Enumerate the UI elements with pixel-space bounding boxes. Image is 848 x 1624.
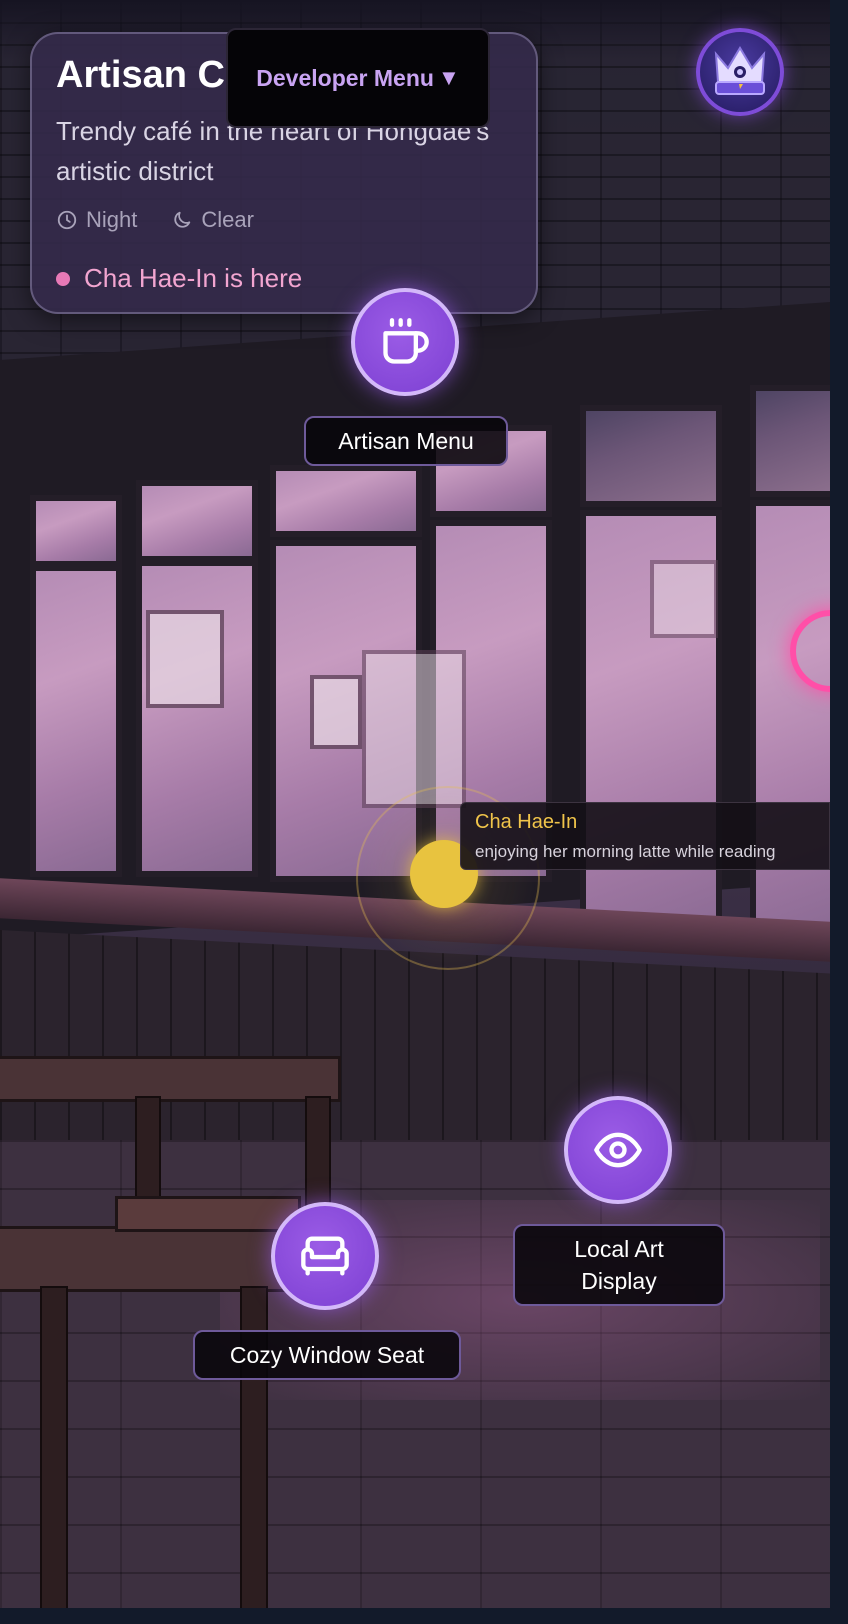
developer-menu-button[interactable]: Developer Menu ▼ <box>226 28 490 128</box>
window-pane <box>750 500 830 942</box>
chevron-down-icon: ▼ <box>437 65 460 90</box>
wall-art <box>362 650 466 808</box>
weather-label: Clear <box>201 207 254 232</box>
profile-button[interactable] <box>696 28 784 116</box>
character-tooltip: Cha Hae-In enjoying her morning latte wh… <box>460 802 830 870</box>
cozy-window-seat-label[interactable]: Cozy Window Seat <box>193 1330 461 1380</box>
window-pane <box>136 480 258 562</box>
cafe-table <box>0 1226 296 1292</box>
presence-indicator: Cha Hae-In is here <box>56 263 512 294</box>
wall-art <box>310 675 362 749</box>
presence-text: Cha Hae-In is here <box>84 263 303 293</box>
table-leg <box>135 1096 161 1210</box>
artisan-menu-label[interactable]: Artisan Menu <box>304 416 508 466</box>
wall-art <box>146 610 224 708</box>
scroll-edge <box>830 0 848 1624</box>
cafe-table <box>0 1056 341 1102</box>
window-pane <box>136 560 258 877</box>
artisan-menu-hotspot[interactable] <box>351 288 459 396</box>
local-art-display-label[interactable]: Local Art Display <box>513 1224 725 1306</box>
bottom-edge <box>0 1608 848 1624</box>
window-pane <box>750 385 830 497</box>
developer-menu-label: Developer Menu <box>256 64 434 91</box>
cozy-window-seat-hotspot[interactable] <box>271 1202 379 1310</box>
sofa-icon <box>301 1236 349 1276</box>
location-meta: Night Clear <box>56 207 512 233</box>
window-pane <box>580 405 722 507</box>
character-activity: enjoying her morning latte while reading <box>475 842 776 861</box>
local-art-display-hotspot[interactable] <box>564 1096 672 1204</box>
moon-icon <box>174 211 191 228</box>
window-pane <box>30 495 122 567</box>
presence-dot <box>56 271 70 286</box>
crown-icon <box>714 46 766 95</box>
cafe-stool <box>115 1196 301 1232</box>
time-of-day: Night <box>56 207 137 233</box>
clock-icon <box>57 210 77 230</box>
time-of-day-label: Night <box>86 207 138 232</box>
table-leg <box>40 1286 68 1608</box>
window-pane <box>270 465 422 537</box>
character-name: Cha Hae-In <box>475 811 578 833</box>
weather: Clear <box>171 207 254 233</box>
coffee-cup-icon <box>383 318 429 364</box>
wall-art <box>650 560 718 638</box>
eye-icon <box>594 1132 642 1168</box>
window-pane <box>30 565 122 877</box>
